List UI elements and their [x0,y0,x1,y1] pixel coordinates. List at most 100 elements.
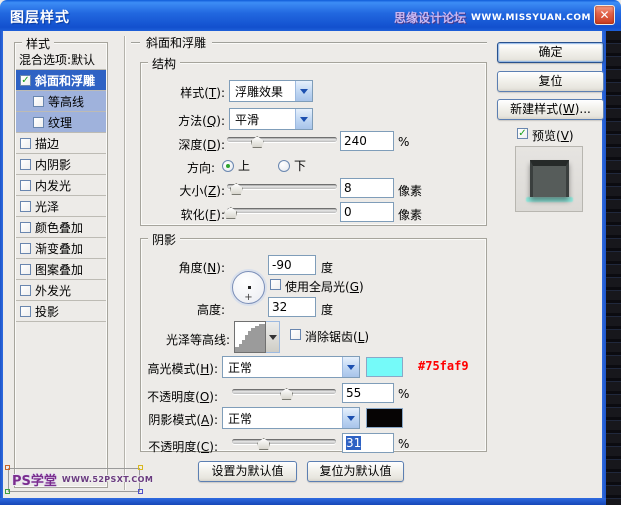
size-input[interactable]: 8 [340,178,394,198]
watermark-site-url: WWW.MISSYUAN.COM [471,13,591,23]
altitude-label: 高度: [130,301,225,318]
checkbox-icon[interactable] [20,306,31,317]
shadow-opacity-label: 不透明度(C): [118,438,218,455]
ok-button[interactable]: 确定 [497,42,604,63]
shadow-mode-value: 正常 [223,410,342,427]
highlight-color-note: #75faf9 [418,359,469,373]
depth-input[interactable]: 240 [340,131,394,151]
sidebar-item[interactable]: 图案叠加 [16,259,106,280]
highlight-mode-value: 正常 [223,359,342,376]
sidebar-item[interactable]: 内发光 [16,175,106,196]
sidebar-item-label: 纹理 [48,114,72,131]
shadow-mode-select[interactable]: 正常 [222,407,360,429]
reset-button[interactable]: 复位 [497,71,604,92]
sidebar-item[interactable]: 渐变叠加 [16,238,106,259]
checkbox-icon[interactable] [33,117,44,128]
angle-input[interactable]: -90 [268,255,316,275]
titlebar[interactable]: 图层样式 思缘设计论坛 WWW.MISSYUAN.COM ✕ [0,0,621,31]
sidebar-item[interactable]: 颜色叠加 [16,217,106,238]
preview-swatch [530,160,569,197]
chevron-down-icon[interactable] [295,81,312,101]
size-slider[interactable] [227,181,337,195]
sidebar-item[interactable]: 内阴影 [16,154,106,175]
window-border-left [0,31,3,505]
checkbox-icon[interactable] [20,201,31,212]
shadow-opacity-input[interactable]: 31 [342,433,394,453]
shadow-opacity-unit: % [398,437,409,451]
bevel-emboss-header: 斜面和浮雕 [131,34,487,51]
bevel-emboss-title: 斜面和浮雕 [146,34,206,51]
checkbox-icon[interactable] [20,138,31,149]
global-light-checkbox[interactable]: 使用全局光(G) [270,278,364,295]
altitude-input[interactable]: 32 [268,297,316,317]
sidebar-item[interactable]: 投影 [16,301,106,322]
global-light-label: 使用全局光(G) [285,278,364,295]
close-icon[interactable]: ✕ [594,5,615,25]
highlight-opacity-slider[interactable] [232,386,336,400]
sidebar-item[interactable]: 等高线 [16,91,106,112]
depth-slider[interactable] [227,134,337,148]
highlight-mode-select[interactable]: 正常 [222,356,360,378]
preview-checkbox[interactable]: ✓ 预览(V) [517,127,574,144]
bottom-watermark-url: WWW.52PSXT.COM [62,475,153,484]
angle-dial-center-dot [248,286,251,289]
antialias-checkbox[interactable]: 消除锯齿(L) [290,328,369,345]
gloss-contour-thumbnail[interactable] [234,321,266,353]
sidebar-item[interactable]: 纹理 [16,112,106,133]
checkbox-icon [290,329,301,340]
size-unit: 像素 [398,182,422,199]
structure-legend: 结构 [148,55,180,72]
sidebar-item-label: 斜面和浮雕 [35,72,95,89]
sidebar-item[interactable]: 描边 [16,133,106,154]
chevron-down-icon[interactable] [342,357,359,377]
checkbox-icon[interactable] [20,285,31,296]
direction-down-radio[interactable]: 下 [278,157,306,174]
chevron-down-icon[interactable] [342,408,359,428]
soften-input[interactable]: 0 [340,202,394,222]
highlight-opacity-label: 不透明度(O): [118,388,218,405]
shading-legend: 阴影 [148,231,180,248]
shadow-opacity-slider[interactable] [232,436,336,450]
checkbox-icon[interactable] [20,264,31,275]
angle-dial[interactable]: + [232,271,265,304]
new-style-button[interactable]: 新建样式(W)... [497,99,604,120]
direction-up-label: 上 [238,157,250,174]
window-title: 图层样式 [10,7,70,27]
checkbox-checked-icon[interactable]: ✓ [20,75,31,86]
titlebar-watermark: 思缘设计论坛 WWW.MISSYUAN.COM [394,9,591,26]
style-select[interactable]: 浮雕效果 [229,80,313,102]
checkbox-icon[interactable] [20,243,31,254]
technique-select[interactable]: 平滑 [229,108,313,130]
checkbox-icon[interactable] [20,180,31,191]
highlight-mode-label: 高光模式(H): [118,360,218,377]
sidebar-item-label: 内发光 [35,177,71,194]
sidebar-item[interactable]: 光泽 [16,196,106,217]
highlight-opacity-unit: % [398,387,409,401]
highlight-opacity-input[interactable]: 55 [342,383,394,403]
soften-slider[interactable] [227,205,337,219]
altitude-unit: 度 [321,301,333,318]
preview-label: 预览(V) [532,127,574,144]
soften-label: 软化(F): [130,206,225,223]
checkbox-icon[interactable] [20,159,31,170]
sidebar-item-label: 投影 [35,303,59,320]
contour-dropdown-arrow[interactable] [266,321,280,353]
set-default-button[interactable]: 设置为默认值 [198,461,297,482]
style-preview-thumbnail [515,146,583,212]
sidebar-item[interactable]: 外发光 [16,280,106,301]
checkbox-icon[interactable] [20,222,31,233]
sidebar-item-label: 颜色叠加 [35,219,83,236]
sidebar-item-label: 内阴影 [35,156,71,173]
shadow-color-swatch[interactable] [366,408,403,428]
direction-up-radio[interactable]: 上 [222,157,250,174]
highlight-color-swatch[interactable] [366,357,403,377]
watermark-site-name: 思缘设计论坛 [394,9,466,26]
sidebar-item[interactable]: ✓ 斜面和浮雕 [16,70,106,91]
checkbox-checked-icon: ✓ [517,128,528,139]
sidebar-item-blending-options[interactable]: 混合选项:默认 [16,49,106,70]
reset-default-button[interactable]: 复位为默认值 [307,461,404,482]
chevron-down-icon[interactable] [295,109,312,129]
checkbox-icon[interactable] [33,96,44,107]
handle-icon [5,465,10,470]
shadow-mode-label: 阴影模式(A): [118,411,218,428]
